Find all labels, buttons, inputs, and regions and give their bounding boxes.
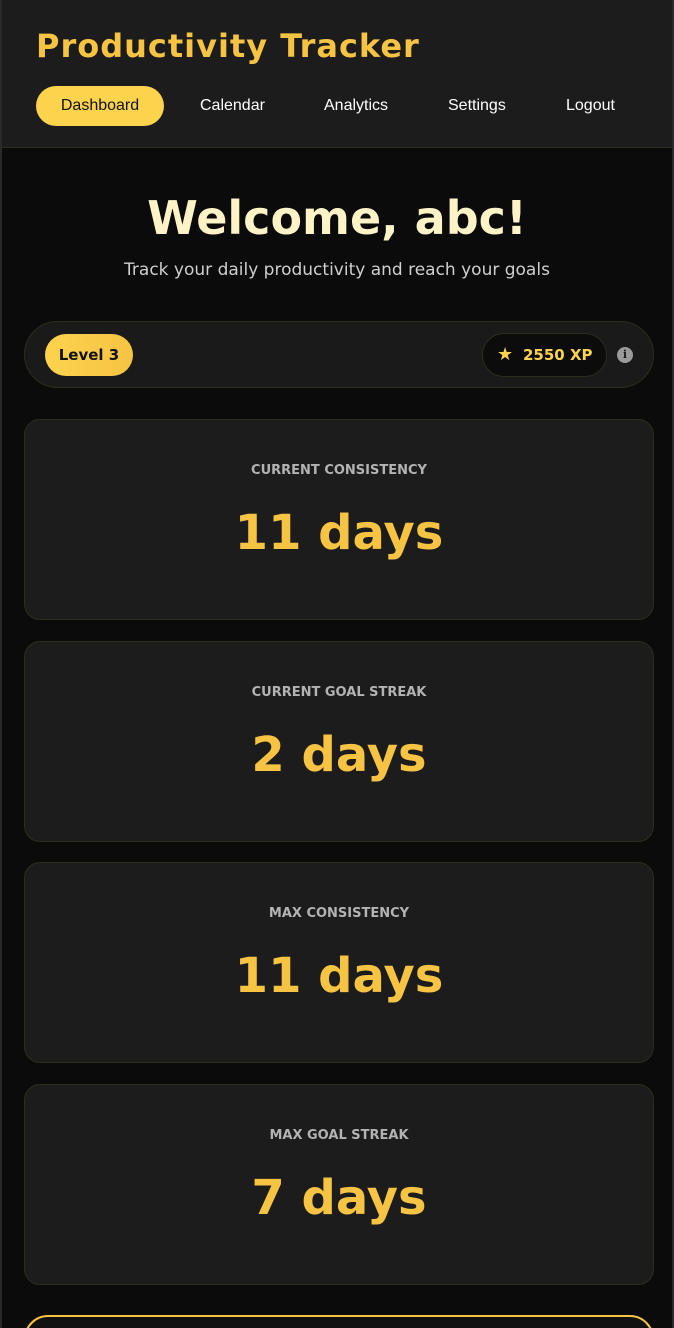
welcome-subtitle: Track your daily productivity and reach … [124,260,550,280]
nav-item-settings[interactable]: Settings [448,86,506,126]
stat-card-current-consistency: CURRENT CONSISTENCY 11 days [24,419,654,620]
stat-card-max-goal-streak: MAX GOAL STREAK 7 days [24,1084,654,1285]
stat-card-current-goal-streak: CURRENT GOAL STREAK 2 days [24,641,654,842]
stat-label: CURRENT GOAL STREAK [251,685,427,700]
stat-value: 2 days [251,727,427,783]
level-badge: Level 3 [45,334,133,376]
next-card-partial [24,1315,654,1328]
level-bar: Level 3 ★ 2550 XP i [24,321,654,388]
stat-label: MAX GOAL STREAK [269,1128,409,1143]
xp-badge: ★ 2550 XP [482,333,607,377]
welcome-heading: Welcome, abc! [147,191,527,245]
nav-item-analytics[interactable]: Analytics [324,86,388,126]
stat-value: 11 days [234,948,444,1004]
nav-item-logout[interactable]: Logout [566,86,615,126]
stat-card-max-consistency: MAX CONSISTENCY 11 days [24,862,654,1063]
stat-value: 7 days [251,1170,427,1226]
stat-label: CURRENT CONSISTENCY [251,463,427,478]
app-frame: Productivity Tracker Dashboard Calendar … [0,0,674,1328]
nav-bar: Dashboard Calendar Analytics Settings Lo… [36,86,656,126]
info-icon[interactable]: i [617,347,633,363]
star-icon: ★ [497,344,514,365]
header: Productivity Tracker Dashboard Calendar … [2,0,672,148]
stat-label: MAX CONSISTENCY [268,906,410,921]
xp-value: 2550 XP [523,346,593,364]
app-title: Productivity Tracker [36,27,420,65]
nav-item-dashboard[interactable]: Dashboard [36,86,164,126]
stat-value: 11 days [234,505,444,561]
nav-item-calendar[interactable]: Calendar [200,86,265,126]
